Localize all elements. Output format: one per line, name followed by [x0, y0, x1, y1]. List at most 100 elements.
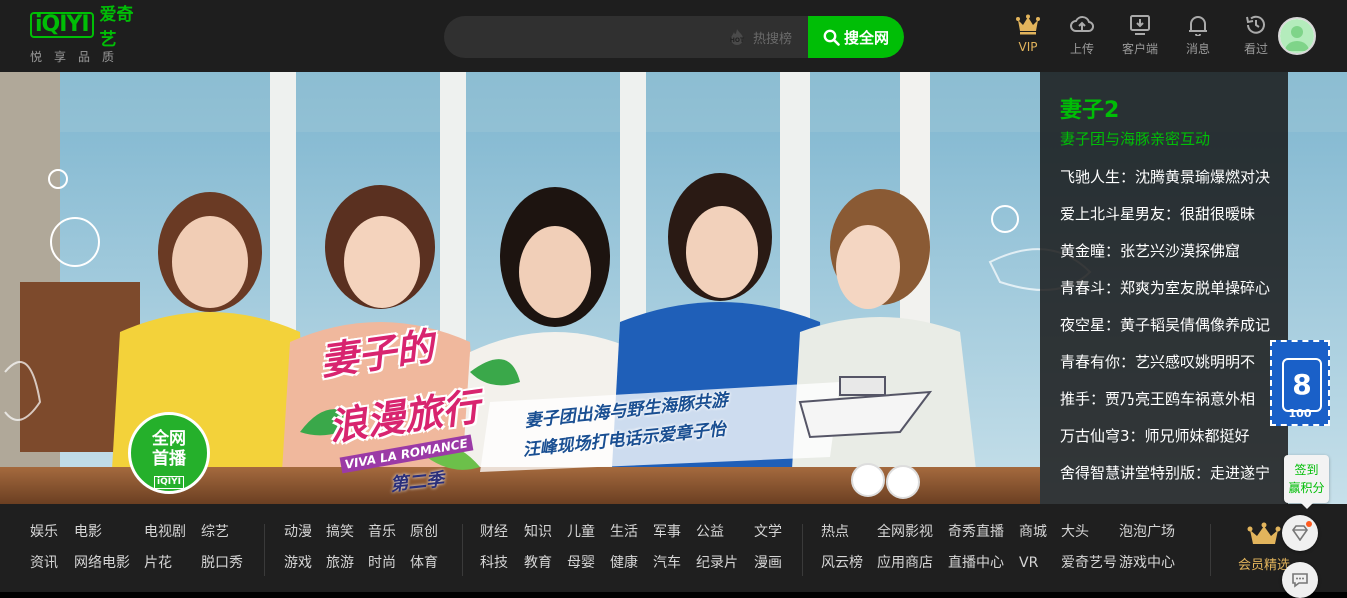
featured-item[interactable]: 青春有你：艺兴感叹姚明明不 — [1060, 349, 1288, 386]
nav-history-label: 看过 — [1243, 42, 1268, 56]
category-link[interactable]: 体育 — [410, 549, 438, 580]
search-button-label: 搜全网 — [843, 28, 889, 47]
category-link[interactable]: 财经 — [480, 518, 510, 549]
category-link[interactable]: 军事 — [653, 518, 682, 549]
category-link[interactable]: 商城 — [1019, 518, 1047, 549]
category-link[interactable]: 教育 — [524, 549, 553, 580]
featured-item[interactable]: 黄金瞳：张艺兴沙漠探佛窟 — [1060, 238, 1288, 275]
hero-banner[interactable]: 全网 首播 iQIYI 妻子的 浪漫旅行 VIVA LA ROMANCE 第二季… — [0, 72, 1347, 504]
featured-item[interactable]: 夜空星：黄子韬吴倩偶像养成记 — [1060, 312, 1288, 349]
top-bar: iQIYI 爱奇艺 悦享品质 HOT 热搜榜 搜全网 VIP 上传 客户端 消息… — [0, 0, 1347, 72]
category-link[interactable]: 泡泡广场 — [1119, 518, 1175, 549]
category-link[interactable]: 母婴 — [567, 549, 596, 580]
featured-item[interactable]: 推手：贾乃亮王鸥车祸意外相 — [1060, 386, 1288, 423]
logo[interactable]: iQIYI 爱奇艺 悦享品质 — [30, 5, 150, 64]
category-link[interactable]: 动漫 — [284, 518, 312, 549]
category-link[interactable]: 综艺 — [201, 518, 229, 549]
category-link[interactable]: 生活 — [610, 518, 639, 549]
category-link[interactable]: 大头 — [1061, 518, 1105, 549]
category-link[interactable]: 原创 — [410, 518, 438, 549]
category-link[interactable]: 纪录片 — [696, 549, 740, 580]
user-avatar[interactable] — [1278, 17, 1316, 55]
category-link[interactable]: 脱口秀 — [201, 549, 243, 580]
category-link[interactable]: 漫画 — [754, 549, 782, 580]
featured-title[interactable]: 妻子2 — [1060, 92, 1119, 124]
category-link[interactable]: 热点 — [821, 518, 863, 549]
category-link[interactable]: 时尚 — [368, 549, 396, 580]
promo-stamp[interactable]: 8 100 — [1270, 340, 1330, 426]
chat-bubble-icon — [1292, 573, 1308, 588]
crown-icon — [1016, 14, 1040, 35]
header-nav: VIP 上传 客户端 消息 看过 — [1003, 14, 1285, 57]
featured-list: 妻子2 妻子团与海豚亲密互动 飞驰人生：沈腾黄景瑜爆燃对决 爱上北斗星男友：很甜… — [1040, 72, 1288, 504]
category-link[interactable]: 公益 — [696, 518, 740, 549]
category-link[interactable]: 音乐 — [368, 518, 396, 549]
search-input[interactable] — [444, 16, 744, 58]
promo-stamp-number: 8 — [1282, 358, 1322, 412]
nav-upload[interactable]: 上传 — [1053, 14, 1111, 57]
category-divider — [1210, 524, 1211, 576]
category-link[interactable]: 片花 — [144, 549, 187, 580]
category-group-3: 财经 知识 儿童 生活 军事 公益 文学 科技 教育 母婴 健康 汽车 纪录片 … — [480, 518, 796, 582]
category-link[interactable]: 汽车 — [653, 549, 682, 580]
gift-float-button[interactable] — [1282, 515, 1318, 551]
category-link[interactable]: 儿童 — [567, 518, 596, 549]
premiere-badge-line1: 全网 — [152, 429, 186, 449]
page: iQIYI 爱奇艺 悦享品质 HOT 热搜榜 搜全网 VIP 上传 客户端 消息… — [0, 0, 1347, 598]
diamond-icon — [1292, 525, 1308, 541]
category-group-2: 动漫 搞笑 音乐 原创 游戏 旅游 时尚 体育 — [284, 518, 452, 582]
featured-item[interactable]: 万古仙穹3：师兄师妹都挺好 — [1060, 423, 1288, 460]
signin-line1: 签到 — [1294, 463, 1319, 477]
category-link[interactable]: 科技 — [480, 549, 510, 580]
nav-client[interactable]: 客户端 — [1111, 14, 1169, 57]
featured-item[interactable]: 舍得智慧讲堂特别版：走进遂宁 — [1060, 460, 1288, 497]
svg-text:HOT: HOT — [730, 37, 745, 44]
category-group-1: 娱乐 电影 电视剧 综艺 资讯 网络电影 片花 脱口秀 — [30, 518, 257, 582]
category-link[interactable]: 电视剧 — [144, 518, 187, 549]
featured-items: 飞驰人生：沈腾黄景瑜爆燃对决 爱上北斗星男友：很甜很暧昧 黄金瞳：张艺兴沙漠探佛… — [1060, 164, 1288, 497]
category-link[interactable]: 应用商店 — [877, 549, 934, 580]
category-link[interactable]: 娱乐 — [30, 518, 60, 549]
nav-history[interactable]: 看过 — [1227, 14, 1285, 57]
logo-iqiyi: iQIYI — [30, 12, 94, 38]
featured-item[interactable]: 青春斗：郑爽为室友脱单操碎心 — [1060, 275, 1288, 312]
nav-vip[interactable]: VIP — [1003, 14, 1053, 57]
nav-messages[interactable]: 消息 — [1169, 14, 1227, 57]
category-bar: 娱乐 电影 电视剧 综艺 资讯 网络电影 片花 脱口秀 动漫 搞笑 音乐 原创 … — [0, 504, 1347, 592]
premiere-badge-logo: iQIYI — [154, 476, 184, 489]
category-link[interactable]: 知识 — [524, 518, 553, 549]
category-link[interactable]: 搞笑 — [326, 518, 354, 549]
category-link[interactable]: 风云榜 — [821, 549, 863, 580]
search-button[interactable]: 搜全网 — [808, 16, 904, 58]
hot-search-link[interactable]: HOT 热搜榜 — [727, 16, 792, 58]
category-link[interactable]: 奇秀直播 — [948, 518, 1005, 549]
user-avatar-icon — [1280, 19, 1314, 53]
category-link[interactable]: 爱奇艺号 — [1061, 549, 1117, 580]
featured-item[interactable]: 飞驰人生：沈腾黄景瑜爆燃对决 — [1060, 164, 1288, 201]
category-link[interactable]: 电影 — [74, 518, 130, 549]
category-link[interactable]: 健康 — [610, 549, 639, 580]
category-link[interactable]: 直播中心 — [948, 549, 1005, 580]
category-link[interactable]: 资讯 — [30, 549, 60, 580]
logo-chinese: 爱奇艺 — [99, 5, 134, 50]
featured-item[interactable]: 爱上北斗星男友：很甜很暧昧 — [1060, 201, 1288, 238]
signin-reward-button[interactable]: 签到 赢积分 — [1284, 455, 1329, 509]
vip-selection-label: 会员精选 — [1237, 558, 1290, 573]
monitor-download-icon — [1130, 15, 1150, 35]
category-link[interactable]: 全网影视 — [877, 518, 934, 549]
category-divider — [802, 524, 803, 576]
feedback-float-button[interactable] — [1282, 562, 1318, 598]
search-bar: HOT 热搜榜 搜全网 — [444, 16, 904, 58]
category-link[interactable]: 旅游 — [326, 549, 354, 580]
signin-line2: 赢积分 — [1288, 481, 1325, 495]
bell-icon — [1189, 16, 1207, 36]
category-link[interactable]: 文学 — [754, 518, 782, 549]
category-group-4: 热点 全网影视 奇秀直播 商城 大头 泡泡广场 风云榜 应用商店 直播中心 VR… — [821, 518, 1189, 582]
featured-subtitle[interactable]: 妻子团与海豚亲密互动 — [1060, 128, 1210, 149]
category-link[interactable]: 网络电影 — [74, 549, 130, 580]
hot-icon: HOT — [730, 29, 745, 45]
category-link[interactable]: VR — [1019, 549, 1047, 580]
premiere-badge-line2: 首播 — [152, 449, 186, 469]
category-link[interactable]: 游戏中心 — [1119, 549, 1175, 580]
category-link[interactable]: 游戏 — [284, 549, 312, 580]
